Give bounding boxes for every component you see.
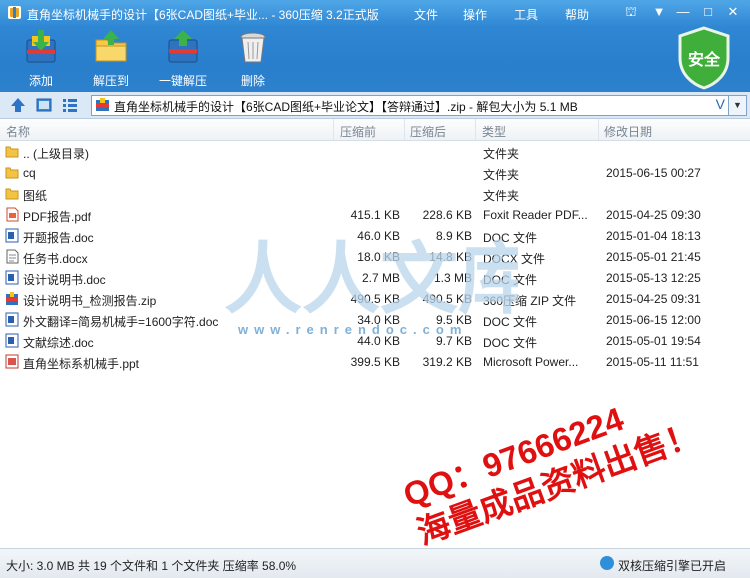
file-list: .. (上级目录) 文件夹 cq 文件夹 2015-06-15 00:27 图纸… [0, 141, 750, 545]
column-type[interactable]: 类型 [482, 123, 506, 140]
file-date: 2015-05-13 12:25 [606, 271, 701, 285]
security-shield-icon[interactable]: 安全 [676, 26, 732, 90]
top-area: 直角坐标机械手的设计【6张CAD图纸+毕业... - 360压缩 3.2正式版 … [0, 0, 750, 92]
file-name: 直角坐标系机械手.ppt [23, 357, 140, 371]
file-name: 文献综述.doc [23, 336, 94, 350]
column-name[interactable]: 名称 [6, 123, 30, 140]
delete-button[interactable]: 删除 [222, 30, 284, 88]
file-name: 开题报告.doc [23, 231, 94, 245]
column-divider[interactable] [475, 119, 476, 140]
one-click-extract-label: 一键解压 [158, 74, 207, 88]
pdf-icon [5, 207, 19, 222]
file-date: 2015-04-25 09:31 [606, 292, 701, 306]
menu-tools[interactable]: 工具 [514, 6, 538, 23]
doc-icon [5, 333, 19, 348]
file-date: 2015-01-04 18:13 [606, 229, 701, 243]
app-icon [8, 6, 21, 19]
menu-icon[interactable]: ▼ [648, 3, 670, 21]
extract-to-label: 解压到 [92, 74, 129, 88]
file-name: cq [23, 166, 36, 180]
status-bar: 大小: 3.0 MB 共 19 个文件和 1 个文件夹 压缩率 58.0% 双核… [0, 548, 750, 578]
column-size[interactable]: 压缩前 [340, 123, 376, 140]
file-name: .. (上级目录) [23, 147, 89, 161]
one-click-extract-icon [168, 30, 198, 63]
file-type: 文件夹 [483, 168, 520, 182]
address-path: 直角坐标机械手的设计【6张CAD图纸+毕业论文】【答辩通过】.zip - 解包大… [114, 100, 578, 114]
zip-archive-icon [96, 98, 109, 111]
add-button[interactable]: 添加 [10, 30, 72, 88]
column-divider[interactable] [598, 119, 599, 140]
file-date: 2015-06-15 00:27 [606, 166, 701, 180]
file-type: DOC 文件 [483, 336, 538, 350]
trash-icon [240, 32, 266, 63]
skin-icon[interactable]: ⛫ [620, 3, 642, 21]
minimize-icon[interactable]: — [672, 3, 694, 21]
status-summary: 大小: 3.0 MB 共 19 个文件和 1 个文件夹 压缩率 58.0% [6, 559, 297, 573]
large-icon-view-icon[interactable] [36, 97, 52, 113]
maximize-icon[interactable]: □ [697, 3, 719, 21]
watermark-logo: 人人文库 [224, 235, 518, 325]
list-item[interactable]: 直角坐标系机械手.ppt 399.5 KB 319.2 KB Microsoft… [0, 351, 750, 372]
extract-folder-icon [95, 30, 127, 62]
security-label: 安全 [688, 50, 721, 69]
file-date: 2015-05-01 21:45 [606, 250, 701, 264]
list-item[interactable]: cq 文件夹 2015-06-15 00:27 [0, 162, 750, 183]
address-dropdown-button[interactable]: ▼ [728, 95, 747, 116]
one-click-extract-button[interactable]: 一键解压 [150, 30, 216, 88]
menu-help[interactable]: 帮助 [565, 6, 589, 23]
window-title: 直角坐标机械手的设计【6张CAD图纸+毕业... - 360压缩 3.2正式版 [27, 8, 379, 22]
doc-icon [5, 312, 19, 327]
doc-icon [5, 270, 19, 285]
file-size: 399.5 KB [350, 355, 400, 369]
file-type: 文件夹 [483, 147, 520, 161]
folder-icon [5, 186, 19, 201]
column-modified[interactable]: 修改日期 [604, 123, 652, 140]
watermark-logo-text: 人人文库 [224, 235, 518, 325]
file-name: 设计说明书_检测报告.zip [23, 294, 157, 308]
column-header: 名称 压缩前 压缩后 类型 修改日期 [0, 119, 750, 141]
add-icon [26, 30, 56, 63]
verify-button[interactable]: V [716, 96, 725, 112]
add-label: 添加 [28, 74, 53, 88]
watermark-url: www.renrendoc.com [238, 322, 468, 337]
docx-icon [5, 249, 19, 264]
title-bar: 直角坐标机械手的设计【6张CAD图纸+毕业... - 360压缩 3.2正式版 … [0, 0, 750, 26]
file-name: 任务书.docx [23, 252, 88, 266]
list-view-icon[interactable] [62, 97, 78, 113]
folder-icon [5, 165, 19, 180]
dual-core-icon [600, 556, 614, 570]
up-arrow-icon[interactable] [10, 97, 26, 113]
doc-icon [5, 228, 19, 243]
zip-icon [5, 291, 19, 306]
file-type: 文件夹 [483, 189, 520, 203]
column-divider[interactable] [333, 119, 334, 140]
file-type: Microsoft Power... [483, 355, 579, 369]
close-icon[interactable]: ✕ [722, 3, 744, 21]
list-item[interactable]: 图纸 文件夹 [0, 183, 750, 204]
file-name: 外文翻译=简易机械手=1600字符.doc [23, 315, 219, 329]
list-item[interactable]: .. (上级目录) 文件夹 [0, 141, 750, 162]
folder-icon [5, 144, 19, 159]
dual-core-status[interactable]: 双核压缩引擎已开启 [618, 557, 726, 574]
file-packed-size: 319.2 KB [422, 355, 472, 369]
ppt-icon [5, 354, 19, 369]
file-date: 2015-06-15 12:00 [606, 313, 701, 327]
address-row: 直角坐标机械手的设计【6张CAD图纸+毕业论文】【答辩通过】.zip - 解包大… [0, 92, 750, 119]
menu-operation[interactable]: 操作 [463, 6, 487, 23]
file-name: PDF报告.pdf [23, 210, 92, 224]
file-date: 2015-05-11 11:51 [606, 355, 699, 369]
column-divider[interactable] [404, 119, 405, 140]
extract-to-button[interactable]: 解压到 [80, 30, 142, 88]
column-packed[interactable]: 压缩后 [410, 123, 446, 140]
delete-label: 删除 [240, 74, 265, 88]
file-name: 图纸 [23, 189, 48, 203]
file-date: 2015-05-01 19:54 [606, 334, 701, 348]
file-name: 设计说明书.doc [23, 273, 106, 287]
file-date: 2015-04-25 09:30 [606, 208, 701, 222]
menu-file[interactable]: 文件 [414, 6, 438, 23]
address-bar[interactable]: 直角坐标机械手的设计【6张CAD图纸+毕业论文】【答辩通过】.zip - 解包大… [91, 95, 729, 116]
